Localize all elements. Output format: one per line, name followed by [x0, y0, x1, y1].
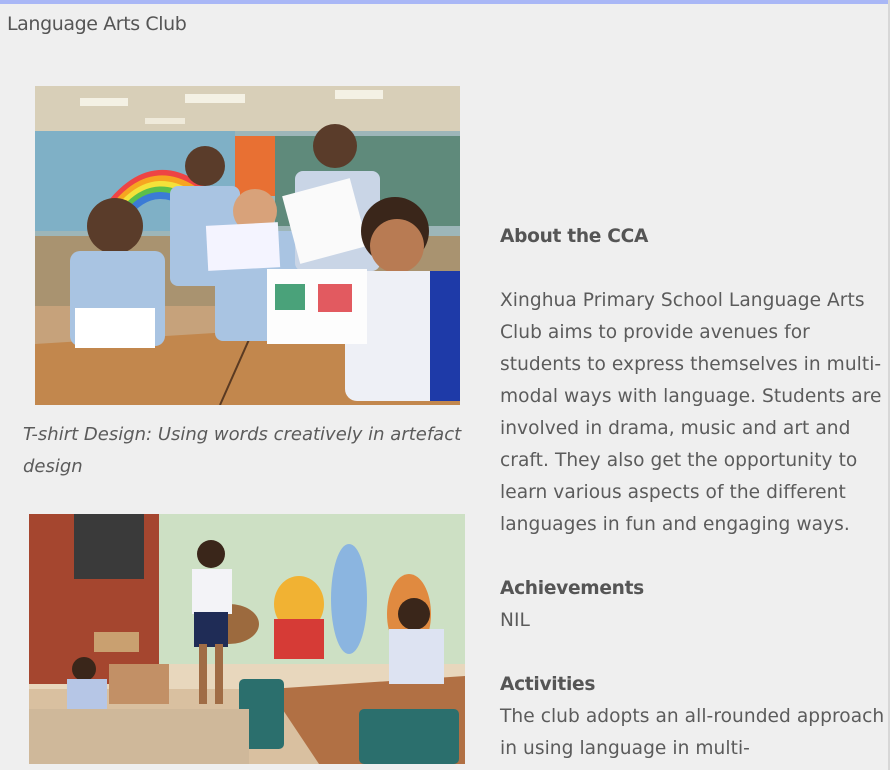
achievements-heading: Achievements [500, 578, 644, 599]
activities-text: The club adopts an all-rounded approach … [500, 706, 885, 759]
about-text: Xinghua Primary School Language Arts Clu… [500, 290, 882, 535]
cca-details: About the CCA Xinghua Primary School Lan… [500, 221, 885, 765]
photo-caption: T-shirt Design: Using words creatively i… [23, 424, 462, 477]
top-accent-bar [0, 0, 890, 4]
drama-activity-photo [29, 514, 465, 764]
achievements-text: NIL [500, 610, 530, 631]
activities-heading: Activities [500, 674, 596, 695]
tshirt-design-photo [35, 86, 460, 405]
page-title: Language Arts Club [7, 13, 187, 35]
about-heading: About the CCA [500, 226, 649, 247]
